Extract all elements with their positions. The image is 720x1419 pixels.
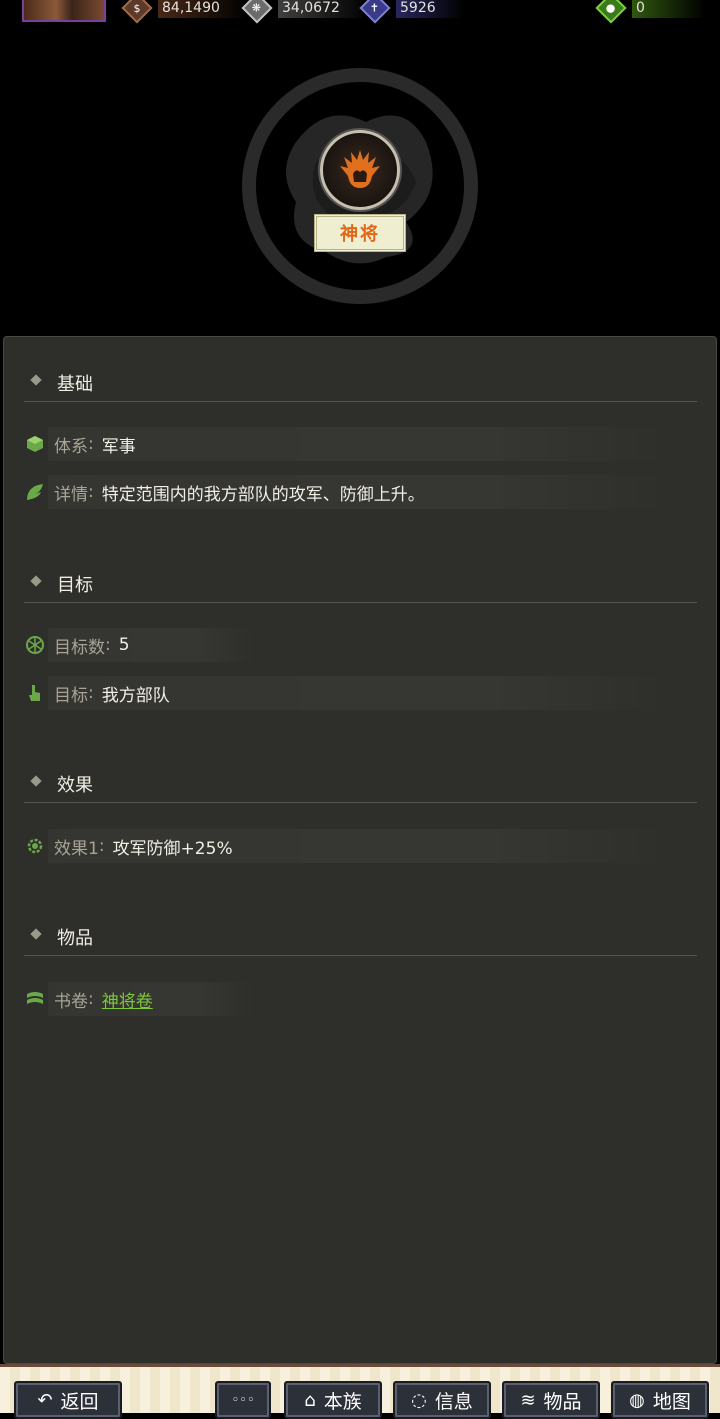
book-label: 书卷 [54, 991, 88, 1012]
row-target: 目标: 我方部队 [24, 676, 673, 710]
map-button[interactable]: ◍ 地图 [611, 1381, 709, 1419]
row-book: 书卷: 神将卷 [24, 982, 256, 1016]
soldier-resource[interactable]: ✝ 5926 [359, 0, 464, 24]
section-title: 效果 [57, 775, 93, 796]
section-basic-header: 基础 [24, 361, 697, 402]
coin-resource[interactable]: $ 84,1490 [121, 0, 248, 24]
target-count-label: 目标数 [54, 637, 105, 658]
cube-icon [24, 433, 46, 455]
diamond-bullet-icon [30, 928, 42, 940]
target-value: 我方部队 [101, 685, 170, 706]
info-button[interactable]: ◌ 信息 [393, 1381, 491, 1419]
section-title: 目标 [57, 575, 93, 596]
leaf-icon [24, 481, 46, 503]
more-button[interactable]: ◦◦◦ [215, 1381, 271, 1419]
items-button[interactable]: ≋ 物品 [502, 1381, 600, 1419]
section-title: 物品 [57, 928, 93, 949]
jade-value: 0 [632, 0, 705, 18]
book-link[interactable]: 神将卷 [102, 987, 153, 1012]
grain-resource[interactable]: ❋ 34,0672 [241, 0, 368, 24]
effect1-label: 效果1 [54, 838, 99, 859]
house-icon: ⌂ [304, 1389, 316, 1411]
chat-bubble-icon: ◌ [411, 1389, 427, 1411]
player-avatar[interactable] [22, 0, 106, 22]
section-item-header: 物品 [24, 915, 697, 956]
detail-value: 特定范围内的我方部队的攻军、防御上升。 [101, 484, 425, 505]
section-target-header: 目标 [24, 562, 697, 603]
coin-icon: $ [121, 0, 153, 24]
system-value: 军事 [101, 436, 136, 457]
diamond-bullet-icon [30, 775, 42, 787]
skill-name-badge: 神将 [314, 214, 406, 252]
gear-icon [24, 835, 46, 857]
clan-button[interactable]: ⌂ 本族 [284, 1381, 382, 1419]
row-detail: 详情: 特定范围内的我方部队的攻军、防御上升。 [24, 475, 673, 509]
jade-icon: ● [595, 0, 627, 24]
scroll-icon: ≋ [520, 1389, 536, 1411]
effect1-value: 攻军防御+25% [112, 838, 233, 859]
coin-value: 84,1490 [158, 0, 248, 18]
globe-icon: ◍ [629, 1389, 645, 1411]
net-icon [24, 634, 46, 656]
more-dots-icon: ◦◦◦ [231, 1392, 255, 1408]
target-count-value: 5 [118, 635, 130, 655]
jade-resource[interactable]: ● 0 [595, 0, 705, 24]
target-label: 目标 [54, 685, 88, 706]
skill-detail-panel: 基础 体系: 军事 详情: 特定范围内的我方部队的攻军、防御上升。 目标 目标数… [3, 336, 717, 1364]
pointer-hand-icon [24, 682, 46, 704]
section-title: 基础 [57, 374, 93, 395]
row-target-count: 目标数: 5 [24, 628, 256, 662]
resource-bar: $ 84,1490 ❋ 34,0672 ✝ 5926 ● 0 [0, 0, 720, 24]
row-system: 体系: 军事 [24, 427, 673, 461]
flame-palm-icon[interactable] [320, 130, 400, 210]
row-effect-1: 效果1: 攻军防御+25% [24, 829, 673, 863]
section-effect-header: 效果 [24, 762, 697, 803]
back-button[interactable]: ↶ 返回 [14, 1381, 122, 1419]
soldier-icon: ✝ [359, 0, 391, 24]
back-arrow-icon: ↶ [37, 1389, 53, 1411]
diamond-bullet-icon [30, 575, 42, 587]
diamond-bullet-icon [30, 374, 42, 386]
detail-label: 详情 [54, 484, 88, 505]
system-label: 体系 [54, 436, 88, 457]
grain-icon: ❋ [241, 0, 273, 24]
bottom-nav: ↶ 返回 ◦◦◦ ⌂ 本族 ◌ 信息 ≋ 物品 ◍ 地图 [0, 1364, 720, 1419]
scroll-icon [24, 988, 46, 1010]
soldier-value: 5926 [396, 0, 464, 18]
grain-value: 34,0672 [278, 0, 368, 18]
